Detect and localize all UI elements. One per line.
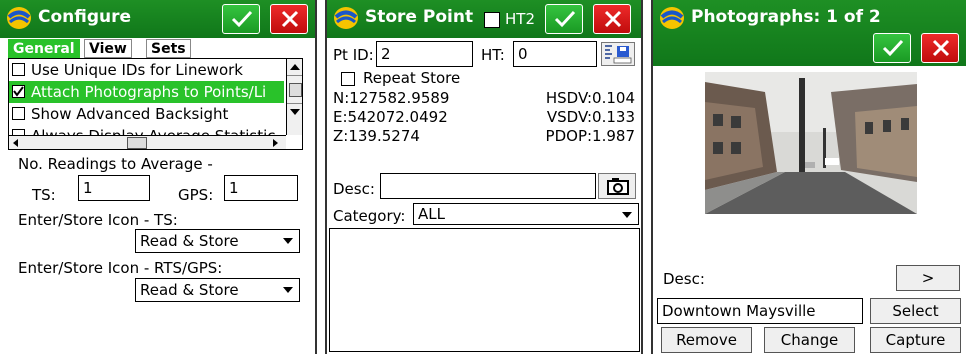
title-bar: Configure: [0, 0, 315, 38]
ht2-label: HT2: [505, 10, 535, 28]
scroll-down-arrow-icon[interactable]: [287, 103, 302, 120]
option-always-display[interactable]: Always Display Average Statistic: [9, 125, 284, 135]
title-bar: Store Point HT2: [327, 0, 641, 38]
ok-button[interactable]: [545, 4, 583, 34]
checkmark-icon: [882, 39, 904, 57]
checkbox[interactable]: [12, 107, 25, 120]
pdop-value: PDOP:1.987: [545, 127, 635, 145]
gps-readings-input[interactable]: 1: [224, 175, 298, 201]
pt-id-input[interactable]: 2: [376, 41, 473, 67]
ts-label: TS:: [32, 186, 56, 204]
tab-sets[interactable]: Sets: [146, 39, 191, 58]
photo-desc-input[interactable]: Downtown Maysville: [657, 298, 863, 324]
camera-button[interactable]: [598, 173, 636, 199]
elevation-value: Z:139.5274: [333, 127, 420, 145]
horizontal-scrollbar[interactable]: [9, 135, 286, 149]
category-label: Category:: [333, 207, 406, 225]
photographs-panel: Photographs: 1 of 2 Desc: > Downtown May…: [651, 0, 966, 354]
close-icon: [932, 39, 950, 57]
scroll-thumb[interactable]: [289, 83, 302, 97]
gps-label: GPS:: [178, 186, 214, 204]
close-icon: [281, 10, 299, 28]
ts-readings-input[interactable]: 1: [78, 175, 150, 201]
scroll-left-arrow-icon[interactable]: [13, 139, 18, 147]
tab-view[interactable]: View: [84, 39, 132, 58]
category-select[interactable]: ALL: [413, 203, 639, 225]
remove-button[interactable]: Remove: [661, 327, 752, 353]
window-title: Photographs: 1 of 2: [691, 7, 881, 27]
icon-rts-label: Enter/Store Icon - RTS/GPS:: [18, 259, 223, 277]
app-logo-icon: [660, 7, 684, 29]
camera-icon: [607, 178, 629, 195]
select-value: ALL: [418, 205, 445, 223]
option-label: Always Display Average Statistic: [31, 127, 276, 135]
ht-input[interactable]: 0: [513, 41, 597, 67]
easting-value: E:542072.0492: [333, 108, 448, 126]
scroll-right-arrow-icon[interactable]: [273, 139, 278, 147]
northing-value: N:127582.9589: [333, 89, 450, 107]
option-label: Attach Photographs to Points/Li: [31, 83, 267, 101]
ok-button[interactable]: [222, 4, 260, 34]
scroll-up-arrow-icon[interactable]: [287, 59, 302, 76]
title-bar: Photographs: 1 of 2: [653, 0, 966, 66]
notes-area[interactable]: [329, 228, 640, 352]
repeat-store-label: Repeat Store: [363, 69, 461, 87]
ok-button[interactable]: [873, 33, 911, 63]
checkmark-icon: [554, 10, 576, 28]
hsdv-value: HSDV:0.104: [545, 89, 635, 107]
window-title: Configure: [38, 7, 132, 27]
vsdv-value: VSDV:0.133: [546, 108, 635, 126]
h-scroll-thumb[interactable]: [127, 137, 147, 149]
repeat-store-checkbox[interactable]: [341, 72, 355, 86]
icon-rts-select[interactable]: Read & Store: [135, 278, 300, 302]
rod-save-icon: [605, 45, 632, 64]
option-unique-ids[interactable]: Use Unique IDs for Linework: [9, 59, 284, 81]
configure-panel: Configure General View Sets Use Unique I…: [0, 0, 317, 354]
checkbox[interactable]: [12, 63, 25, 76]
option-attach-photographs[interactable]: Attach Photographs to Points/Li: [9, 81, 284, 103]
photo-preview: [705, 72, 917, 214]
change-button[interactable]: Change: [764, 327, 855, 353]
option-label: Use Unique IDs for Linework: [31, 61, 243, 79]
ht2-checkbox[interactable]: [484, 12, 500, 28]
icon-ts-select[interactable]: Read & Store: [135, 229, 300, 253]
select-value: Read & Store: [140, 281, 239, 299]
cancel-button[interactable]: [593, 4, 631, 34]
app-logo-icon: [334, 7, 358, 29]
vertical-scrollbar[interactable]: [286, 59, 302, 135]
icon-ts-label: Enter/Store Icon - TS:: [18, 211, 178, 229]
options-list: Use Unique IDs for Linework Attach Photo…: [8, 58, 303, 150]
store-point-panel: Store Point HT2 Pt ID: 2 HT: 0 Repeat St…: [325, 0, 643, 354]
next-photo-button[interactable]: >: [896, 265, 960, 291]
chevron-down-icon: [283, 287, 293, 293]
readings-label: No. Readings to Average -: [18, 155, 213, 173]
checkmark-icon: [231, 10, 253, 28]
check-icon: [13, 86, 24, 97]
option-label: Show Advanced Backsight: [31, 105, 229, 123]
close-icon: [604, 10, 622, 28]
chevron-down-icon: [622, 212, 632, 218]
app-logo-icon: [7, 7, 31, 29]
capture-button[interactable]: Capture: [870, 327, 961, 353]
ht-label: HT:: [481, 46, 505, 64]
pt-id-label: Pt ID:: [333, 46, 374, 64]
select-value: Read & Store: [140, 232, 239, 250]
ht-settings-icon[interactable]: [601, 42, 635, 66]
tab-general[interactable]: General: [8, 39, 80, 58]
desc-label: Desc:: [333, 180, 375, 198]
checkbox-checked[interactable]: [12, 85, 25, 98]
select-button[interactable]: Select: [870, 298, 961, 324]
chevron-down-icon: [283, 238, 293, 244]
desc-input[interactable]: [380, 173, 596, 199]
cancel-button[interactable]: [270, 4, 308, 34]
cancel-button[interactable]: [921, 33, 959, 63]
window-title: Store Point: [365, 7, 474, 27]
option-advanced-backsight[interactable]: Show Advanced Backsight: [9, 103, 284, 125]
desc-label: Desc:: [663, 270, 705, 288]
